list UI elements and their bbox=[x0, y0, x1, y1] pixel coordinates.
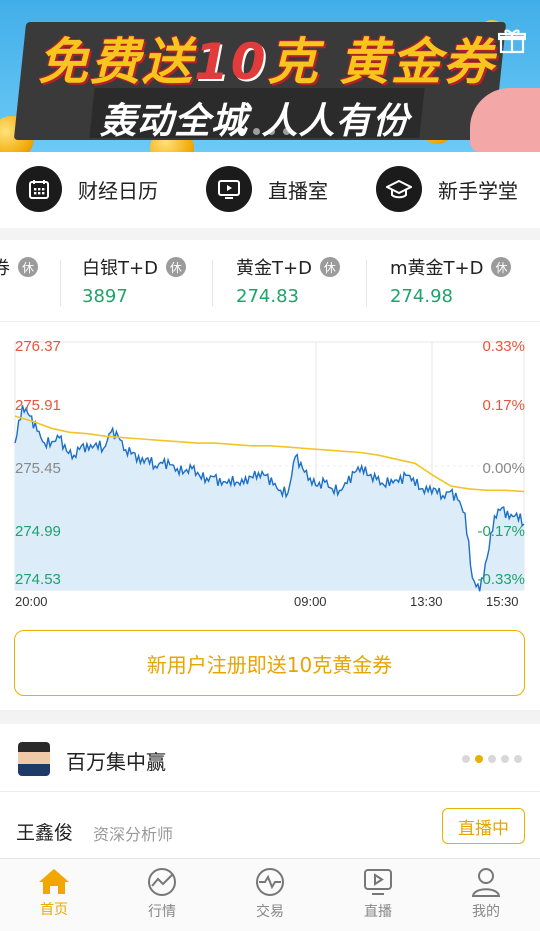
pager-dot[interactable] bbox=[501, 755, 509, 763]
ticker-price: 274.83 bbox=[236, 286, 299, 307]
promo-banner[interactable]: 免费送10克 黄金券 轰动全城 人人有份 bbox=[0, 0, 540, 152]
x-label: 20:00 bbox=[15, 594, 48, 609]
user-icon bbox=[471, 868, 501, 897]
video-play-icon bbox=[206, 166, 252, 212]
ticker-item[interactable]: 黄金T+D 休 274.83 bbox=[236, 254, 340, 307]
tab-home[interactable]: 首页 bbox=[14, 867, 94, 919]
x-label: 13:30 bbox=[410, 594, 443, 609]
intraday-price-chart[interactable] bbox=[0, 322, 540, 622]
y-label-left: 274.53 bbox=[15, 571, 61, 588]
y-label-left: 275.91 bbox=[15, 397, 61, 414]
pager-dot[interactable] bbox=[488, 755, 496, 763]
quick-item-live-room[interactable]: 直播室 bbox=[206, 166, 328, 212]
market-chart-icon bbox=[148, 868, 176, 896]
tab-label: 首页 bbox=[40, 902, 68, 918]
live-tv-icon bbox=[364, 869, 392, 895]
banner-pagination bbox=[238, 128, 290, 135]
price-area-fill bbox=[15, 405, 524, 592]
tab-label: 行情 bbox=[148, 904, 176, 920]
ticker-name: 白银T+D bbox=[82, 258, 158, 279]
quick-item-label: 新手学堂 bbox=[438, 178, 518, 203]
x-label: 15:30 bbox=[486, 594, 519, 609]
tab-label: 我的 bbox=[472, 904, 500, 920]
ticker-item[interactable]: m黄金T+D 休 274.98 bbox=[390, 254, 512, 307]
banner-title: 免费送10克 黄金券 bbox=[38, 33, 496, 91]
divider bbox=[212, 260, 213, 306]
avatar bbox=[18, 742, 50, 776]
live-now-button[interactable]: 直播中 bbox=[442, 808, 525, 844]
analyst-section-header[interactable]: 百万集中赢 bbox=[0, 724, 540, 792]
ticker-name: 券 bbox=[0, 254, 10, 280]
quick-item-label: 直播室 bbox=[268, 178, 328, 203]
y-label-left: 275.45 bbox=[15, 460, 61, 477]
y-label-right: 0.33% bbox=[482, 338, 525, 355]
analyst-section: 百万集中赢 王鑫俊 资深分析师 直播中 bbox=[0, 724, 540, 858]
quote-ticker-strip[interactable]: 券休 白银T+D休 3897 黄金T+D休 274.83 m黄金T+D休 274… bbox=[0, 240, 540, 322]
banner-dot[interactable] bbox=[283, 128, 290, 135]
graduation-cap-icon bbox=[376, 166, 422, 212]
analyst-role: 资深分析师 bbox=[93, 825, 174, 844]
quick-item-label: 财经日历 bbox=[78, 178, 158, 203]
x-label: 09:00 bbox=[294, 594, 327, 609]
quick-item-calendar[interactable]: 财经日历 bbox=[16, 166, 158, 212]
divider bbox=[366, 260, 367, 306]
ticker-item[interactable]: 白银T+D 休 3897 bbox=[82, 254, 186, 307]
market-closed-badge: 休 bbox=[165, 257, 186, 277]
bottom-tab-bar: 首页 行情 交易 直播 我的 bbox=[0, 858, 540, 931]
y-label-left: 276.37 bbox=[15, 338, 61, 355]
tab-label: 交易 bbox=[256, 904, 284, 920]
tab-trade[interactable]: 交易 bbox=[230, 867, 310, 921]
quick-menu: 财经日历 直播室 新手学堂 bbox=[0, 152, 540, 228]
tab-market[interactable]: 行情 bbox=[122, 867, 202, 921]
banner-dot[interactable] bbox=[268, 128, 275, 135]
banner-subtitle: 轰动全城 人人有份 bbox=[100, 101, 410, 142]
calendar-icon bbox=[16, 166, 62, 212]
new-user-promo-button[interactable]: 新用户注册即送10克黄金券 bbox=[14, 630, 525, 696]
ticker-name: 黄金T+D bbox=[236, 258, 312, 279]
gift-icon[interactable] bbox=[498, 28, 526, 54]
banner-dot[interactable] bbox=[238, 128, 245, 135]
pager-dot[interactable] bbox=[514, 755, 522, 763]
quick-item-beginner-school[interactable]: 新手学堂 bbox=[376, 166, 518, 212]
ticker-price: 3897 bbox=[82, 286, 128, 307]
section-pagination bbox=[462, 755, 522, 763]
y-label-right: 0.00% bbox=[482, 460, 525, 477]
home-icon bbox=[39, 869, 69, 894]
ticker-item[interactable]: 券休 bbox=[0, 254, 38, 286]
y-label-left: 274.99 bbox=[15, 523, 61, 540]
tab-label: 直播 bbox=[364, 904, 392, 920]
tab-live[interactable]: 直播 bbox=[338, 867, 418, 921]
market-closed-badge: 休 bbox=[18, 257, 38, 277]
market-closed-badge: 休 bbox=[491, 257, 512, 277]
market-closed-badge: 休 bbox=[319, 257, 340, 277]
ticker-price: 274.98 bbox=[390, 286, 453, 307]
y-label-right: -0.33% bbox=[477, 571, 525, 588]
banner-dot[interactable] bbox=[253, 128, 260, 135]
intraday-chart-card[interactable]: 276.37 275.91 275.45 274.99 274.53 0.33%… bbox=[0, 322, 540, 710]
analyst-name: 王鑫俊 bbox=[16, 822, 74, 844]
section-title: 百万集中赢 bbox=[66, 750, 166, 774]
ticker-name: m黄金T+D bbox=[390, 258, 484, 279]
y-label-right: -0.17% bbox=[477, 523, 525, 540]
pager-dot[interactable] bbox=[462, 755, 470, 763]
app-home-screen: 免费送10克 黄金券 轰动全城 人人有份 财经日历 直播室 新手学堂 休 白银T… bbox=[0, 0, 540, 931]
pager-dot[interactable] bbox=[475, 755, 483, 763]
trade-icon bbox=[256, 868, 284, 896]
y-label-right: 0.17% bbox=[482, 397, 525, 414]
tab-profile[interactable]: 我的 bbox=[446, 867, 526, 921]
divider bbox=[60, 260, 61, 306]
